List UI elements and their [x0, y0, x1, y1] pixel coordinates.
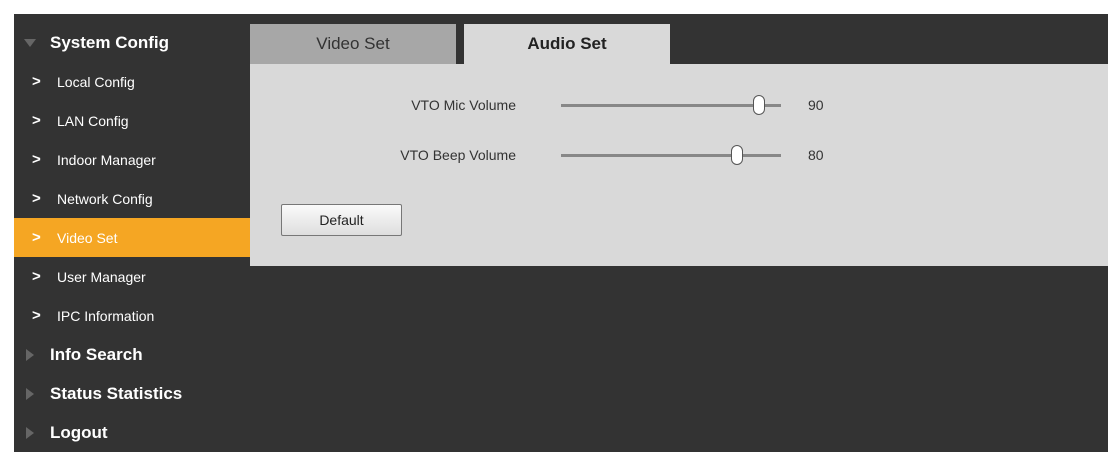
sidebar-item-label: LAN Config [57, 112, 129, 129]
sidebar-group-logout[interactable]: Logout [14, 413, 250, 452]
audio-settings-panel: VTO Mic Volume 90 VTO Beep Volume 80 Def… [250, 64, 1108, 266]
chevron-right-icon: > [32, 307, 41, 324]
sidebar-item-label: Network Config [57, 190, 153, 207]
mic-volume-label: VTO Mic Volume [411, 97, 516, 113]
mic-volume-row: VTO Mic Volume 90 [250, 90, 1108, 120]
sidebar-group-label: Logout [50, 422, 108, 442]
sidebar-item-video-set[interactable]: > Video Set [14, 218, 250, 257]
mic-volume-slider-thumb[interactable] [753, 95, 765, 115]
sidebar-group-info-search[interactable]: Info Search [14, 335, 250, 374]
beep-volume-value: 80 [808, 147, 824, 163]
chevron-right-icon: > [32, 229, 41, 246]
chevron-right-icon: > [32, 151, 41, 168]
tab-video-set[interactable]: Video Set [250, 24, 456, 64]
sidebar-item-label: Indoor Manager [57, 151, 156, 168]
sidebar-item-indoor-manager[interactable]: > Indoor Manager [14, 140, 250, 179]
sidebar-item-ipc-information[interactable]: > IPC Information [14, 296, 250, 335]
chevron-right-icon: > [32, 190, 41, 207]
tab-bar: Video Set Audio Set [250, 24, 1108, 64]
beep-volume-label: VTO Beep Volume [400, 147, 516, 163]
chevron-right-icon: > [32, 112, 41, 129]
sidebar-group-label: System Config [50, 33, 170, 52]
triangle-right-icon [22, 386, 38, 402]
chevron-right-icon: > [32, 268, 41, 285]
sidebar-item-user-manager[interactable]: > User Manager [14, 257, 250, 296]
tab-audio-set[interactable]: Audio Set [464, 24, 670, 64]
sidebar: System Config > Local Config > LAN Confi… [14, 24, 250, 452]
triangle-down-icon [22, 35, 38, 51]
sidebar-item-label: Local Config [57, 73, 135, 90]
beep-volume-row: VTO Beep Volume 80 [250, 140, 1108, 170]
sidebar-group-status-statistics[interactable]: Status Statistics [14, 374, 250, 413]
sidebar-item-label: IPC Information [57, 307, 155, 324]
triangle-right-icon [22, 425, 38, 441]
chevron-right-icon: > [32, 73, 41, 90]
beep-volume-slider-thumb[interactable] [731, 145, 743, 165]
triangle-right-icon [22, 347, 38, 363]
default-button[interactable]: Default [281, 204, 402, 236]
sidebar-group-label: Status Statistics [50, 383, 183, 403]
sidebar-group-system-config[interactable]: System Config [14, 24, 250, 62]
sidebar-item-label: Video Set [57, 229, 118, 246]
sidebar-item-label: User Manager [57, 268, 146, 285]
sidebar-item-local-config[interactable]: > Local Config [14, 62, 250, 101]
sidebar-item-network-config[interactable]: > Network Config [14, 179, 250, 218]
mic-volume-value: 90 [808, 97, 824, 113]
sidebar-item-lan-config[interactable]: > LAN Config [14, 101, 250, 140]
sidebar-group-label: Info Search [50, 344, 143, 364]
beep-volume-slider[interactable] [561, 145, 781, 165]
mic-volume-slider[interactable] [561, 95, 781, 115]
